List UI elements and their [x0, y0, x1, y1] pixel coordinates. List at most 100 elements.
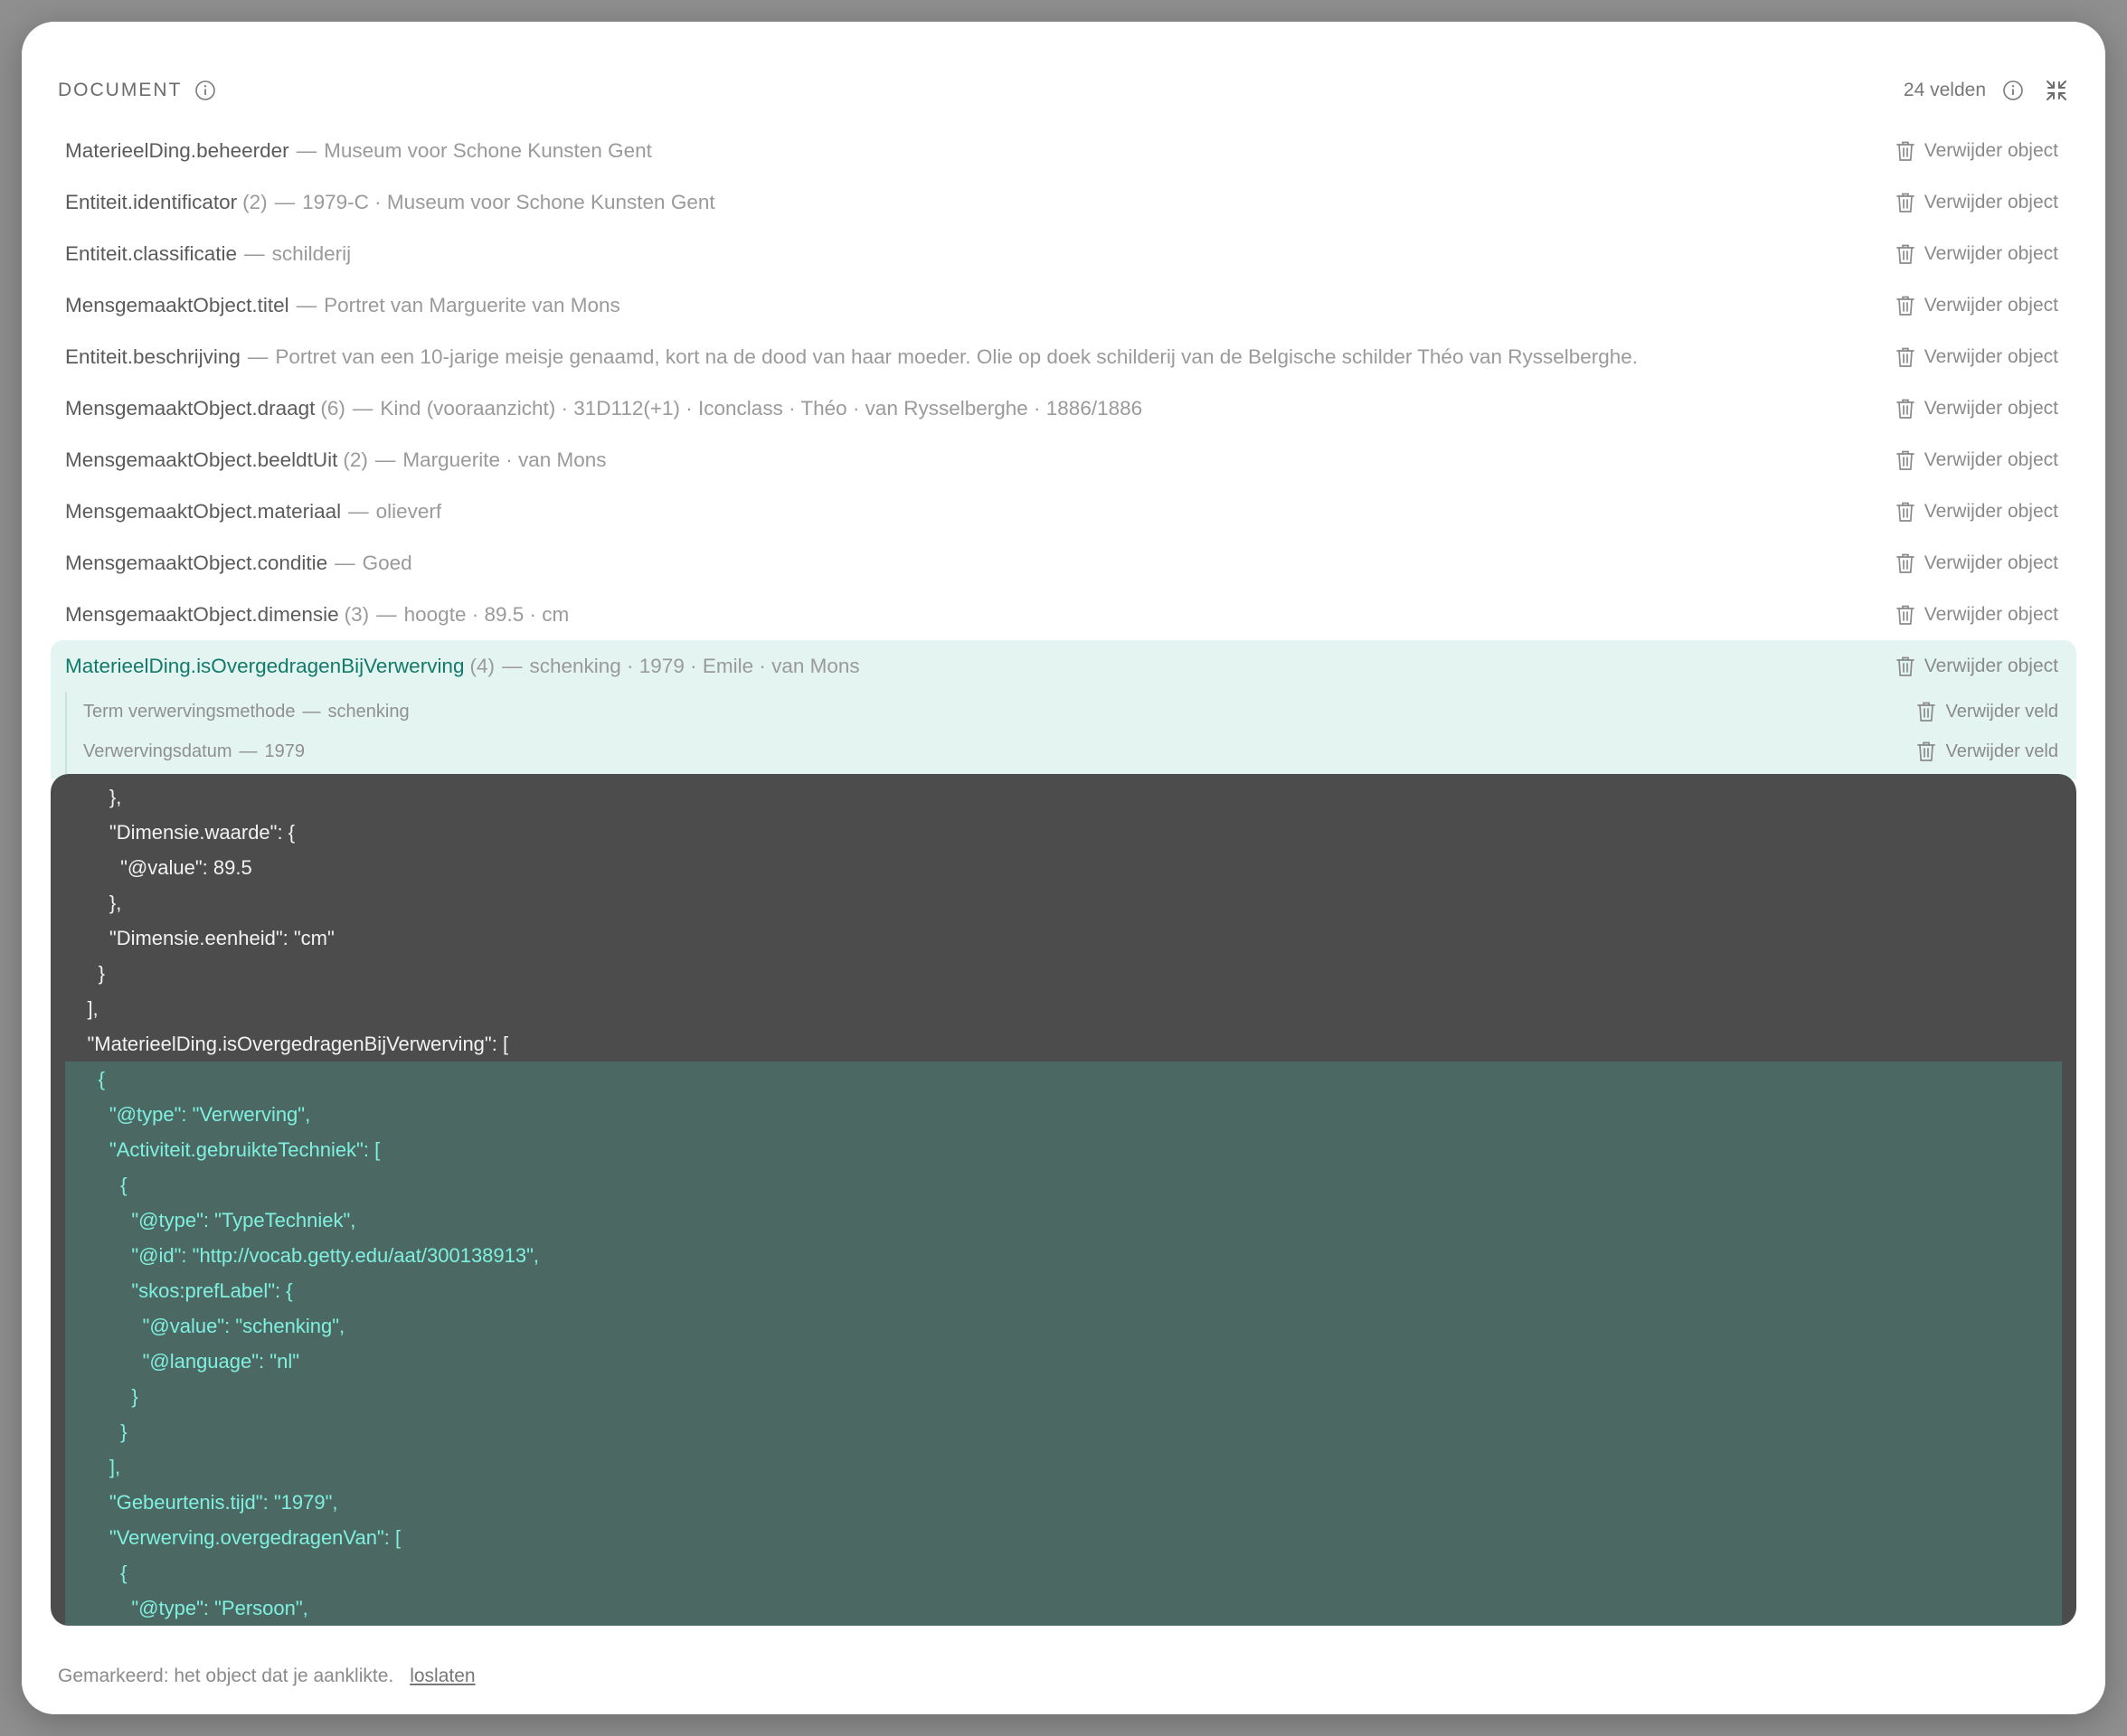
separator: — [239, 741, 258, 761]
field-row[interactable]: MensgemaaktObject.materiaal — olieverf Verw… [51, 486, 2076, 537]
delete-object-button[interactable]: Verwijder object [1895, 192, 2058, 213]
code-line: } [65, 962, 106, 985]
document-title: DOCUMENT [58, 80, 183, 100]
info-icon[interactable] [194, 80, 216, 101]
delete-object-button[interactable]: Verwijder object [1895, 449, 2058, 471]
delete-object-label: Verwijder object [1924, 191, 2058, 212]
modal-header: DOCUMENT 24 velden [58, 58, 2069, 123]
delete-object-button[interactable]: Verwijder object [1895, 552, 2058, 574]
code-line-highlighted: { [65, 1555, 2062, 1590]
field-value: schenking · 1979 · Emile · van Mons [529, 654, 860, 677]
field-row[interactable]: MensgemaaktObject.beeldtUit (2) — Marguerit… [51, 434, 2076, 486]
delete-field-label: Verwijder veld [1945, 741, 2058, 761]
field-count-badge: (6) [320, 396, 345, 420]
separator: — [244, 241, 265, 265]
field-value: olieverf [375, 499, 442, 523]
trash-icon [1895, 399, 1914, 419]
code-line: }, [65, 892, 122, 914]
subfield-row[interactable]: Term verwervingsmethode — schenking Verwijd… [65, 692, 2076, 731]
field-count-badge: (3) [344, 602, 370, 626]
delete-object-button[interactable]: Verwijder object [1895, 398, 2058, 420]
trash-icon [1895, 141, 1914, 161]
code-line-highlighted: } [65, 1414, 2062, 1449]
field-key: MensgemaaktObject.titel [65, 293, 289, 316]
field-row[interactable]: MensgemaaktObject.dimensie (3) — hoogte · 8… [51, 589, 2076, 640]
info-icon[interactable] [2002, 80, 2024, 101]
field-row[interactable]: Entiteit.beschrijving — Portret van een 10… [51, 331, 2076, 382]
delete-object-label: Verwijder object [1924, 294, 2058, 316]
code-line-highlighted: "@type": "Persoon", [65, 1590, 2062, 1626]
trash-icon [1917, 702, 1936, 722]
code-line-highlighted: "Gebeurtenis.tijd": "1979", [65, 1485, 2062, 1520]
delete-object-button[interactable]: Verwijder object [1895, 295, 2058, 316]
separator: — [247, 344, 269, 368]
code-line: }, [65, 786, 122, 808]
field-key: MaterieelDing.beheerder [65, 138, 289, 162]
separator: — [296, 293, 317, 316]
code-line-highlighted: "Activiteit.gebruikteTechniek": [ [65, 1132, 2062, 1167]
trash-icon [1895, 605, 1914, 625]
delete-field-button[interactable]: Verwijder veld [1916, 701, 2058, 722]
delete-object-label: Verwijder object [1924, 345, 2058, 367]
code-line: "@value": 89.5 [65, 856, 252, 879]
separator: — [374, 448, 396, 471]
field-key: MensgemaaktObject.dimensie [65, 602, 339, 626]
separator: — [296, 138, 317, 162]
delete-field-button[interactable]: Verwijder veld [1916, 741, 2058, 762]
subfield-label: Term verwervingsmethode [83, 701, 296, 722]
field-row[interactable]: MaterieelDing.beheerder — Museum voor Scho… [51, 125, 2076, 176]
subfield-label: Verwervingsdatum [83, 741, 232, 761]
code-line-highlighted: "@language": "nl" [65, 1344, 2062, 1379]
field-count: 24 velden [1903, 80, 1986, 100]
field-row[interactable]: MensgemaaktObject.draagt (6) — Kind (vooraa… [51, 382, 2076, 434]
subfield-value: 1979 [264, 741, 306, 761]
code-line-highlighted: ], [65, 1449, 2062, 1485]
field-key: MensgemaaktObject.draagt [65, 396, 316, 420]
footer-note: Gemarkeerd: het object dat je aanklikte. [58, 1665, 394, 1686]
field-row[interactable]: MensgemaaktObject.conditie — Goed Verwijder… [51, 537, 2076, 589]
delete-object-label: Verwijder object [1924, 500, 2058, 522]
delete-object-label: Verwijder object [1924, 603, 2058, 625]
delete-object-button[interactable]: Verwijder object [1895, 346, 2058, 368]
field-value: 1979-C · Museum voor Schone Kunsten Gent [302, 190, 715, 213]
delete-object-button[interactable]: Verwijder object [1895, 243, 2058, 265]
subfield-value: schenking [327, 701, 410, 722]
header-actions: 24 velden [1904, 78, 2069, 103]
field-row-active[interactable]: MaterieelDing.isOvergedragenBijVerwervin… [51, 640, 2076, 692]
subfield-row[interactable]: Verwervingsdatum — 1979 Verwijder veld [65, 731, 2076, 771]
field-count-badge: (4) [469, 654, 495, 677]
field-row[interactable]: Entiteit.identificator (2) — 1979-C · Museu… [51, 176, 2076, 228]
trash-icon [1895, 656, 1914, 676]
collapse-icon[interactable] [2044, 78, 2069, 103]
delete-object-button[interactable]: Verwijder object [1895, 656, 2058, 677]
document-modal: DOCUMENT 24 velden MaterieelDing.beheerd… [22, 22, 2105, 1714]
separator: — [302, 701, 321, 722]
field-value: Museum voor Schone Kunsten Gent [324, 138, 652, 162]
separator: — [501, 654, 523, 677]
delete-object-button[interactable]: Verwijder object [1895, 501, 2058, 523]
delete-object-button[interactable]: Verwijder object [1895, 140, 2058, 162]
separator: — [348, 499, 369, 523]
field-row[interactable]: Entiteit.classificatie — schilderij Verwijd… [51, 228, 2076, 279]
separator: — [376, 602, 397, 626]
code-line-highlighted: { [65, 1167, 2062, 1203]
delete-object-label: Verwijder object [1924, 448, 2058, 470]
footer: Gemarkeerd: het object dat je aanklikte.… [58, 1665, 476, 1687]
field-value: Portret van een 10-jarige meisje genaamd… [275, 344, 1639, 368]
delete-field-label: Verwijder veld [1945, 701, 2058, 722]
field-key: Entiteit.classificatie [65, 241, 238, 265]
separator: — [352, 396, 373, 420]
trash-icon [1895, 347, 1914, 367]
field-value: schilderij [271, 241, 352, 265]
trash-icon [1895, 193, 1914, 212]
trash-icon [1917, 741, 1936, 761]
field-key: MensgemaaktObject.beeldtUit [65, 448, 338, 471]
delete-object-label: Verwijder object [1924, 397, 2058, 419]
json-code-panel[interactable]: }, "Dimensie.waarde": { "@value": 89.5 }… [51, 774, 2076, 1626]
release-link[interactable]: loslaten [410, 1665, 475, 1687]
delete-object-button[interactable]: Verwijder object [1895, 604, 2058, 626]
field-list: MaterieelDing.beheerder — Museum voor Scho… [51, 125, 2076, 779]
separator: — [335, 551, 355, 574]
field-row[interactable]: MensgemaaktObject.titel — Portret van Marg… [51, 279, 2076, 331]
field-key: Entiteit.beschrijving [65, 344, 241, 368]
